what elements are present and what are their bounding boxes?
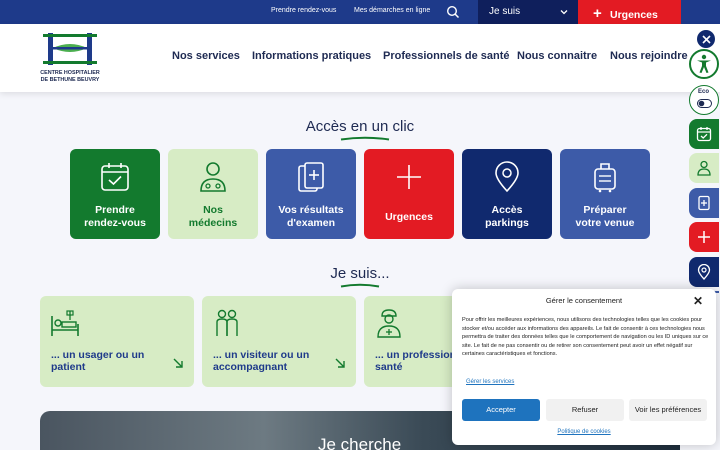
- arrow-down-right-icon: [173, 358, 183, 368]
- preferences-button[interactable]: Voir les préférences: [629, 399, 707, 421]
- je-suis-label: Je suis: [489, 6, 521, 17]
- arrow-down-right-icon: [335, 358, 345, 368]
- je-cherche-title: Je cherche: [318, 435, 402, 450]
- tile-label-line2: votre venue: [575, 217, 635, 229]
- tile-label-line1: Préparer: [583, 204, 627, 216]
- link-mes-demarches[interactable]: Mes démarches en ligne: [354, 7, 430, 14]
- doctor-icon: [200, 162, 226, 192]
- card-label-line2: accompagnant: [213, 361, 288, 373]
- toggle-icon: [697, 99, 712, 108]
- plus-icon: +: [593, 5, 602, 22]
- tile-urgences[interactable]: Urgences: [364, 149, 454, 239]
- close-icon[interactable]: ✕: [693, 294, 703, 308]
- refuse-button[interactable]: Refuser: [546, 399, 624, 421]
- calendar-icon: [101, 163, 129, 191]
- title-underline-icon: [340, 136, 390, 141]
- tile-nos-medecins[interactable]: Nos médecins: [168, 149, 258, 239]
- nav-informations-pratiques[interactable]: Informations pratiques: [252, 50, 371, 62]
- logo-line2: DE BETHUNE BEUVRY: [40, 77, 100, 83]
- card-usager-patient[interactable]: ... un usager ou un patient: [40, 296, 194, 387]
- consent-title: Gérer le consentement: [545, 296, 623, 305]
- accept-button[interactable]: Accepter: [462, 399, 540, 421]
- card-visiteur-accompagnant[interactable]: ... un visiteur ou un accompagnant: [202, 296, 356, 387]
- title-underline-icon: [340, 283, 380, 288]
- consent-text: Pour offrir les meilleures expériences, …: [462, 317, 709, 358]
- acces-title: Accès en un clic: [305, 118, 415, 135]
- link-prendre-rdv[interactable]: Prendre rendez-vous: [271, 7, 336, 14]
- tile-prendre-rdv[interactable]: Prendre rendez-vous: [70, 149, 160, 239]
- close-icon: [701, 34, 711, 44]
- visitors-icon: [216, 309, 238, 336]
- tile-label-line1: Prendre: [95, 204, 135, 216]
- cookie-policy-link[interactable]: Politique de cookies: [452, 429, 716, 435]
- accessibility-button[interactable]: [689, 49, 719, 79]
- tile-label-line1: Nos: [203, 204, 223, 216]
- hospital-logo[interactable]: CENTRE HOSPITALIER DE BETHUNE BEUVRY: [34, 30, 106, 88]
- card-label-line1: ... un professionn: [375, 349, 463, 361]
- tile-label-line1: Vos résultats: [278, 204, 344, 216]
- tile-label-line2: parkings: [485, 217, 529, 229]
- tile-label-line2: rendez-vous: [84, 217, 146, 229]
- tile-resultats-examen[interactable]: Vos résultats d'examen: [266, 149, 356, 239]
- hospital-bed-icon: [51, 310, 79, 336]
- plus-icon: [698, 231, 710, 243]
- tile-label-line2: d'examen: [286, 217, 336, 229]
- tile-label-line1: Accès: [491, 204, 523, 216]
- location-pin-icon: [495, 161, 519, 193]
- suitcase-icon: [594, 163, 616, 193]
- nav-professionnels-sante[interactable]: Professionnels de santé: [383, 50, 510, 62]
- card-label-line1: ... un visiteur ou un: [213, 349, 310, 361]
- manage-services-link[interactable]: Gérer les services: [466, 379, 514, 385]
- card-professionnel-sante[interactable]: ... un professionn santé: [364, 296, 463, 387]
- search-icon[interactable]: [446, 5, 460, 19]
- nav-nos-services[interactable]: Nos services: [172, 50, 240, 62]
- plus-icon: [397, 165, 421, 189]
- nurse-icon: [377, 309, 401, 338]
- je-suis-dropdown[interactable]: Je suis: [478, 0, 579, 24]
- close-side-button[interactable]: [697, 30, 715, 48]
- side-urgences-button[interactable]: [689, 222, 719, 252]
- logo-mark-icon: [43, 33, 97, 65]
- tile-label-line1: Urgences: [385, 211, 433, 223]
- logo-line1: CENTRE HOSPITALIER: [40, 70, 100, 76]
- tile-preparer-venue[interactable]: Préparer votre venue: [560, 149, 650, 239]
- tile-label-line2: médecins: [188, 217, 238, 229]
- card-label-line1: ... un usager ou un: [51, 349, 145, 361]
- eco-label: Eco: [698, 89, 710, 95]
- chevron-down-icon: [560, 10, 568, 15]
- card-label-line2: patient: [51, 361, 86, 373]
- nav-nous-rejoindre[interactable]: Nous rejoindre: [610, 50, 688, 62]
- tile-acces-parkings[interactable]: Accès parkings: [462, 149, 552, 239]
- results-icon: [698, 195, 710, 211]
- nav-nous-connaitre[interactable]: Nous connaitre: [517, 50, 597, 62]
- main-header: CENTRE HOSPITALIER DE BETHUNE BEUVRY Nos…: [0, 24, 720, 92]
- doctor-icon: [697, 160, 711, 176]
- urgences-label: Urgences: [610, 9, 658, 21]
- eco-mode-toggle[interactable]: Eco: [689, 85, 719, 115]
- side-medecins-button[interactable]: [689, 153, 719, 183]
- results-icon: [298, 162, 324, 192]
- card-label-line2: santé: [375, 361, 403, 373]
- cookie-consent-dialog: Gérer le consentement ✕ Pour offrir les …: [452, 289, 716, 445]
- accessibility-icon: [697, 54, 711, 73]
- side-resultats-button[interactable]: [689, 188, 719, 218]
- je-suis-title: Je suis...: [330, 265, 390, 282]
